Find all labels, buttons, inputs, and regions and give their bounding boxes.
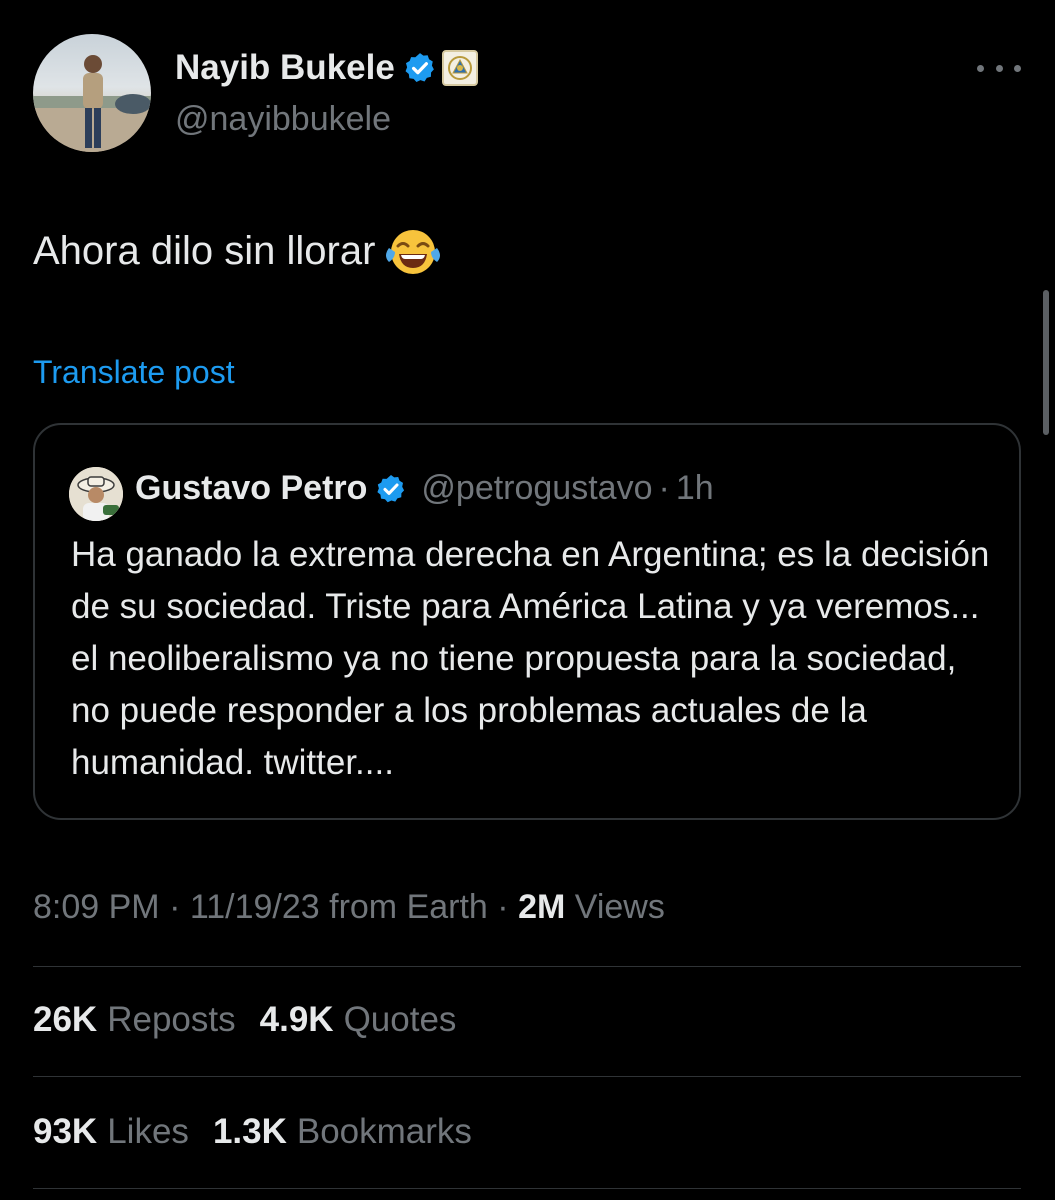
likes-stat[interactable]: 93K Likes	[33, 1112, 189, 1152]
author-avatar[interactable]	[33, 34, 151, 152]
post-text: Ahora dilo sin llorar	[33, 228, 376, 273]
scrollbar[interactable]	[1043, 290, 1049, 435]
quoted-author-avatar[interactable]	[69, 467, 123, 521]
bookmarks-label: Bookmarks	[296, 1112, 472, 1151]
quoted-verified-badge-icon	[375, 473, 407, 505]
government-seal-icon	[441, 50, 478, 86]
meta-separator-1: ·	[169, 888, 181, 926]
likes-label: Likes	[107, 1112, 189, 1151]
quoted-post-time[interactable]: 1h	[676, 469, 714, 508]
stats-row-reposts-quotes: 26K Reposts 4.9K Quotes	[33, 1000, 480, 1040]
quoted-author-handle[interactable]: @petrogustavo	[421, 469, 652, 508]
divider	[33, 1076, 1021, 1077]
quoted-post-card[interactable]: Gustavo Petro @petrogustavo · 1h Ha gana…	[33, 423, 1021, 820]
bookmarks-stat[interactable]: 1.3K Bookmarks	[213, 1112, 472, 1152]
stats-row-likes-bookmarks: 93K Likes 1.3K Bookmarks	[33, 1112, 496, 1152]
divider	[33, 966, 1021, 967]
more-dot-2	[995, 64, 1003, 72]
post-meta: 8:09 PM · 11/19/23 from Earth · 2M Views	[33, 888, 665, 927]
views-label: Views	[574, 888, 665, 926]
quoted-separator: ·	[658, 469, 670, 507]
views-count: 2M	[518, 888, 566, 926]
bookmarks-count: 1.3K	[212, 1112, 287, 1151]
post-time[interactable]: 8:09 PM	[33, 888, 160, 926]
likes-count: 93K	[33, 1112, 98, 1151]
divider	[33, 1188, 1021, 1189]
post-text-row: Ahora dilo sin llorar	[33, 226, 441, 276]
reposts-count: 26K	[33, 1000, 98, 1039]
post-date-source[interactable]: 11/19/23 from Earth	[190, 888, 488, 926]
reposts-stat[interactable]: 26K Reposts	[33, 1000, 236, 1040]
author-name-row[interactable]: Nayib Bukele	[175, 48, 478, 88]
author-name[interactable]: Nayib Bukele	[175, 48, 395, 88]
quotes-label: Quotes	[343, 1000, 457, 1039]
reposts-label: Reposts	[107, 1000, 236, 1039]
author-handle[interactable]: @nayibbukele	[175, 100, 391, 139]
quoted-author-name[interactable]: Gustavo Petro	[135, 469, 367, 508]
quoted-post-text: Ha ganado la extrema derecha en Argentin…	[71, 535, 990, 782]
quotes-count: 4.9K	[259, 1000, 334, 1039]
meta-separator-2: ·	[497, 888, 509, 926]
translate-post-link[interactable]: Translate post	[33, 354, 235, 391]
more-dot-3	[1014, 64, 1021, 72]
face-with-tears-of-joy-icon	[385, 226, 441, 276]
more-options-icon[interactable]	[977, 58, 1021, 78]
verified-badge-icon	[403, 51, 437, 85]
quotes-stat[interactable]: 4.9K Quotes	[260, 1000, 457, 1040]
more-dot-1	[977, 64, 984, 72]
quoted-post-header: Gustavo Petro @petrogustavo · 1h	[135, 469, 714, 508]
